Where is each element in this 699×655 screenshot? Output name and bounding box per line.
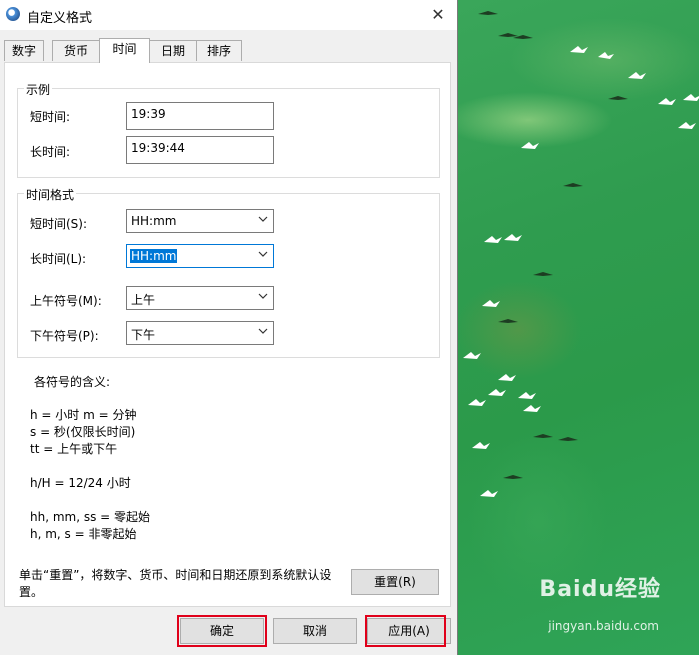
reset-note: 单击“重置”，将数字、货币、时间和日期还原到系统默认设置。: [19, 568, 332, 599]
long-time-combobox[interactable]: HH:mm: [126, 244, 274, 268]
birds-illustration: [463, 11, 699, 497]
pm-symbol-value: 下午: [131, 328, 156, 342]
watermark-logo: Baidu经验: [539, 577, 661, 602]
short-time-label: 短时间(S):: [30, 217, 88, 231]
long-time-value: HH:mm: [130, 249, 178, 263]
tab-sort[interactable]: 排序: [196, 40, 242, 61]
tab-currency[interactable]: 货币: [52, 40, 100, 61]
legend-line: s = 秒(仅限长时间): [30, 425, 136, 439]
short-time-example-value: 19:39: [126, 102, 274, 130]
long-time-example-label: 长时间:: [30, 145, 71, 159]
legend-line: h/H = 12/24 小时: [30, 476, 131, 490]
reset-button[interactable]: 重置(R): [351, 569, 439, 595]
pm-symbol-combobox[interactable]: 下午: [126, 321, 274, 345]
close-button[interactable]: ✕: [425, 3, 451, 27]
legend-line: h, m, s = 非零起始: [30, 527, 137, 541]
settings-globe-icon: [6, 7, 20, 21]
am-symbol-label: 上午符号(M):: [30, 294, 102, 308]
title-bar: 自定义格式 ✕: [0, 0, 457, 30]
time-format-group-label: 时间格式: [24, 186, 77, 203]
example-group-label: 示例: [24, 81, 53, 98]
chevron-down-icon: [258, 293, 268, 299]
window-title: 自定义格式: [27, 11, 93, 26]
cancel-button[interactable]: 取消: [273, 618, 357, 644]
am-symbol-combobox[interactable]: 上午: [126, 286, 274, 310]
pm-symbol-label: 下午符号(P):: [30, 329, 99, 343]
legend-title: 各符号的含义:: [34, 375, 111, 389]
am-symbol-value: 上午: [131, 293, 156, 307]
desktop-wallpaper: Baidu经验 jingyan.baidu.com: [458, 0, 699, 655]
chevron-down-icon: [258, 251, 268, 257]
tab-date[interactable]: 日期: [149, 40, 197, 61]
watermark-url: jingyan.baidu.com: [548, 619, 659, 633]
legend-line: tt = 上午或下午: [30, 442, 118, 456]
short-time-combobox[interactable]: HH:mm: [126, 209, 274, 233]
chevron-down-icon: [258, 328, 268, 334]
tab-time[interactable]: 时间: [99, 38, 150, 63]
legend-line: hh, mm, ss = 零起始: [30, 510, 151, 524]
legend-line: h = 小时 m = 分钟: [30, 408, 137, 422]
custom-format-dialog: 自定义格式 ✕ 数字 货币 时间 日期 排序 示例 短时间: 19:39 长时间…: [0, 0, 458, 655]
tab-panel-time: 示例 短时间: 19:39 长时间: 19:39:44 时间格式 短时间(S):…: [4, 62, 451, 607]
ok-highlight-box: [177, 615, 267, 647]
apply-highlight-box: [365, 615, 446, 647]
long-time-example-value: 19:39:44: [126, 136, 274, 164]
short-time-example-label: 短时间:: [30, 110, 71, 124]
short-time-value: HH:mm: [131, 214, 177, 228]
long-time-label: 长时间(L):: [30, 252, 87, 266]
tab-number[interactable]: 数字: [4, 40, 44, 61]
chevron-down-icon: [258, 216, 268, 222]
